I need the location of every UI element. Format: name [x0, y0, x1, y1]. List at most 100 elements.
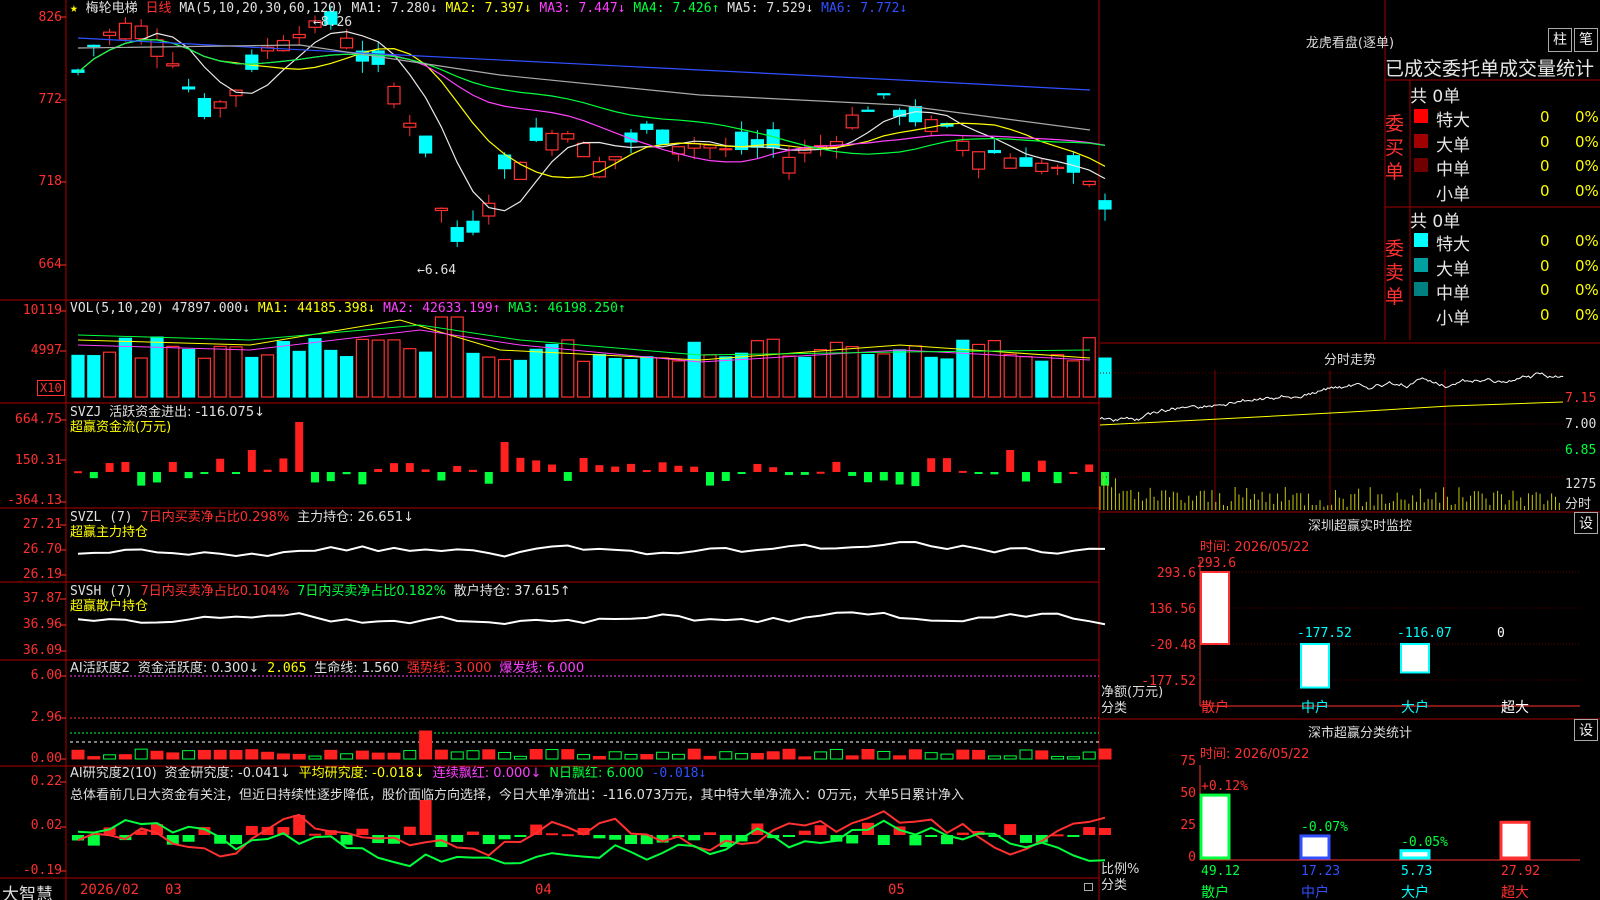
sz-axis-label: 293.6: [1156, 566, 1196, 581]
activity-bar: [387, 752, 401, 760]
flow-bar: [74, 471, 82, 474]
activity-bar: [703, 755, 717, 760]
research-bar: [1020, 835, 1032, 843]
brand-logo[interactable]: 大智慧: [2, 880, 53, 900]
activity-bar: [735, 753, 749, 760]
research-bar: [925, 835, 938, 837]
activity-bar: [656, 751, 670, 760]
candle: [245, 54, 259, 70]
flow-bar: [137, 472, 146, 486]
volume-bar: [340, 356, 354, 398]
candle: [956, 140, 970, 152]
sz-axis-label: -20.48: [1149, 638, 1196, 653]
activity-bar: [561, 749, 575, 760]
flow-bar: [1069, 471, 1078, 474]
volume-bar: [640, 356, 654, 398]
volume-bar: [1003, 353, 1017, 398]
flow-bar: [674, 465, 683, 472]
svsh-axis-label: 36.96: [22, 617, 62, 632]
research-bar: [514, 835, 527, 837]
volume-bar: [892, 349, 907, 398]
volume-bar: [197, 357, 211, 398]
volume-bar: [592, 354, 607, 398]
star-icon[interactable]: ★: [70, 1, 78, 16]
flow-bar: [263, 469, 272, 472]
volume-bar: [292, 350, 306, 398]
class-category: 超大: [1501, 885, 1529, 900]
monitor-category: 散户: [1201, 700, 1229, 716]
flow-bar: [532, 460, 541, 472]
activity-bar: [103, 754, 117, 760]
volume-bar: [624, 359, 638, 398]
flow-bar: [89, 472, 98, 479]
sell-row-label: 特大: [1436, 235, 1470, 255]
activity-bar: [671, 753, 685, 760]
svzj-label: SVZJ: [70, 405, 102, 420]
volume-bar: [798, 356, 812, 398]
volume-bar: [655, 357, 670, 398]
settings-button[interactable]: 设: [1574, 512, 1598, 534]
volume-bar: [355, 338, 369, 398]
flow-bar: [548, 464, 556, 472]
volume-bar: [182, 348, 196, 398]
volume-bar: [166, 345, 180, 398]
svsh-label: SVSH (7): [70, 584, 133, 599]
candle: [719, 148, 733, 151]
tick-mode-button[interactable]: 笔: [1574, 28, 1598, 52]
monitor-bar: [1300, 643, 1330, 689]
buy-row-count: 0: [1540, 157, 1550, 175]
chart-canvas[interactable]: [0, 0, 1600, 900]
sell-row-percent: 0%: [1575, 232, 1599, 250]
flow-bar: [342, 472, 351, 475]
activity-bar: [940, 753, 954, 760]
activity-bar: [450, 751, 464, 760]
activity-bar: [513, 755, 527, 760]
activity-bar: [434, 749, 448, 760]
buy-row-label: 中单: [1436, 160, 1470, 180]
svzl-subtitle: 超赢主力持仓: [70, 525, 149, 540]
research-bar: [230, 835, 242, 845]
buy-row-count: 0: [1540, 132, 1550, 151]
volume-bar: [498, 358, 512, 398]
stock-name[interactable]: 梅轮电梯: [86, 1, 138, 16]
flow-bar: [579, 457, 588, 472]
flow-bar: [1085, 464, 1094, 472]
bar-mode-button[interactable]: 柱: [1548, 28, 1572, 52]
research-bar: [609, 835, 622, 840]
sell-row-percent: 0%: [1575, 281, 1599, 299]
settings-button[interactable]: 设: [1574, 719, 1598, 741]
main-axis-label: 826: [38, 10, 62, 25]
flow-bar: [1022, 472, 1030, 482]
class-axis-label: 50: [1180, 786, 1196, 801]
flow-bar: [737, 472, 746, 474]
vol-unit-badge[interactable]: X10: [37, 380, 65, 396]
research-line: [77, 810, 1106, 858]
ma4-line: [77, 39, 1106, 155]
volume-bar: [71, 354, 85, 398]
lock-icon[interactable]: [1084, 883, 1093, 891]
sell-row-label: 大单: [1436, 259, 1470, 280]
activity-bar: [182, 750, 196, 760]
ai2-strongline: 强势线: 3.000: [406, 661, 492, 676]
candle: [987, 149, 1002, 154]
volume-bar: [877, 353, 891, 398]
lhb-title: 龙虎看盘(逐单): [1305, 36, 1395, 51]
research-bar: [245, 825, 258, 835]
volume-bar: [229, 346, 243, 398]
sell-label: 委卖单: [1385, 238, 1405, 308]
monitor-category: 中户: [1301, 700, 1329, 716]
ai3-average: 平均研究度: -0.018↓: [298, 766, 425, 781]
volume-bar: [813, 348, 828, 398]
volume-bar: [1035, 360, 1049, 398]
candle: [340, 37, 354, 49]
main-axis-label: 664: [38, 257, 62, 272]
flow-bar: [563, 472, 572, 481]
svzj-axis-label: 150.31: [15, 453, 62, 468]
activity-bar: [245, 749, 259, 760]
svzj-header: SVZJ 活跃资金进出: -116.075↓: [70, 405, 265, 420]
activity-bar: [213, 749, 227, 760]
flow-bar: [390, 463, 398, 472]
volume-bar: [940, 358, 954, 398]
period-label[interactable]: 日线: [146, 1, 172, 16]
volume-bar: [482, 356, 496, 398]
